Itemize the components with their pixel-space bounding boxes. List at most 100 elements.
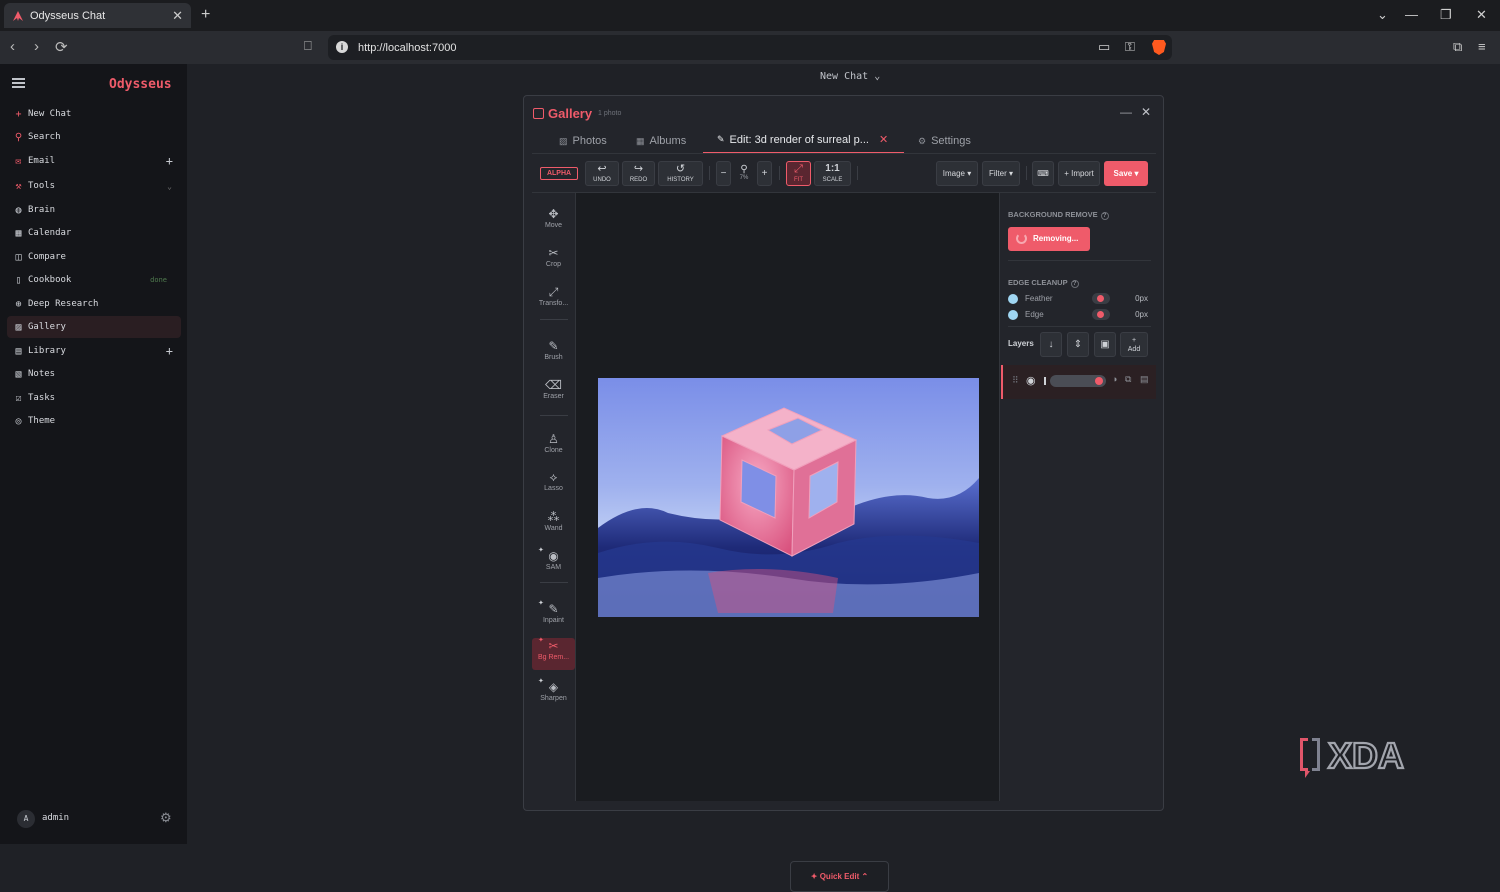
close-tab-icon[interactable]: ✕	[879, 133, 888, 146]
hamburger-menu-icon[interactable]	[12, 78, 25, 88]
maximize-icon[interactable]: ❐	[1440, 7, 1452, 23]
avatar[interactable]: A	[17, 810, 35, 828]
address-bar[interactable]: i http://localhost:7000 ▭ ⚿	[328, 35, 1172, 60]
tool-brush[interactable]: ✎ Brush	[532, 338, 575, 370]
close-window-icon[interactable]: ✕	[1141, 105, 1151, 119]
sidebar-item-notes[interactable]: ▧ Notes	[7, 363, 181, 385]
sidebar-item-tasks[interactable]: ☑ Tasks	[7, 387, 181, 409]
close-window-icon[interactable]: ✕	[1476, 7, 1487, 23]
research-icon: ⊕	[15, 298, 22, 310]
edge-slider[interactable]	[1092, 309, 1110, 320]
sidebar-item-search[interactable]: ⚲ Search	[7, 126, 181, 148]
status-badge: done	[150, 276, 167, 284]
tab-edit[interactable]: ✎ Edit: 3d render of surreal p... ✕	[703, 131, 904, 154]
duplicate-layer-icon[interactable]: ⧉	[1125, 374, 1131, 385]
keyboard-shortcuts-icon[interactable]: ⌨	[1032, 161, 1054, 186]
install-app-icon[interactable]: ▭	[1098, 39, 1110, 55]
tab-list-chevron-icon[interactable]: ⌄	[1377, 7, 1388, 23]
extensions-icon[interactable]: ⧉	[1453, 39, 1462, 55]
layer-item[interactable]: ⠿ ◉ ◑ ⧉ ▤	[1001, 365, 1156, 399]
layer-opacity-slider[interactable]	[1050, 375, 1106, 387]
browser-menu-icon[interactable]: ≡	[1478, 39, 1486, 54]
bookmark-icon[interactable]: ⎕	[304, 38, 312, 54]
password-key-icon[interactable]: ⚿	[1125, 39, 1135, 55]
tab-settings[interactable]: ⚙ Settings	[918, 131, 971, 151]
tool-crop[interactable]: ✂ Crop	[532, 245, 575, 277]
add-layer-button[interactable]: + Add	[1120, 332, 1148, 357]
browser-tab[interactable]: Odysseus Chat ✕	[4, 3, 191, 28]
tab-photos[interactable]: ▨ Photos	[559, 131, 607, 151]
tool-eraser[interactable]: ⌫ Eraser	[532, 377, 575, 409]
edited-image[interactable]	[598, 378, 979, 617]
bg-remove-title: BACKGROUND REMOVE	[1008, 210, 1098, 219]
scale-button[interactable]: 1:1 SCALE	[814, 161, 851, 186]
chat-title-dropdown[interactable]: New Chat ⌄	[820, 71, 880, 82]
add-email-icon[interactable]: +	[166, 154, 173, 168]
editor-canvas[interactable]: ✦ Quick Edit ⌃	[575, 193, 1000, 892]
visibility-eye-icon[interactable]: ◉	[1026, 374, 1036, 387]
flatten-layers-icon[interactable]: ▣	[1094, 332, 1116, 357]
tool-transform[interactable]: ⤢ Transfo...	[532, 284, 575, 316]
history-icon: ↺	[675, 163, 686, 175]
help-icon[interactable]: ?	[1070, 280, 1079, 288]
feather-slider[interactable]	[1092, 293, 1110, 304]
history-button[interactable]: ↺ HISTORY	[658, 161, 703, 186]
quick-edit-button[interactable]: ✦ Quick Edit ⌃	[790, 861, 889, 892]
feather-indicator-icon	[1008, 294, 1018, 304]
sidebar-item-new-chat[interactable]: + New Chat	[7, 103, 181, 125]
sidebar-item-label: Notes	[28, 369, 56, 379]
tool-clone[interactable]: ♙ Clone	[532, 431, 575, 463]
undo-button[interactable]: ↩ UNDO	[585, 161, 619, 186]
fit-button[interactable]: ⤢ FIT	[786, 161, 811, 186]
back-icon[interactable]: ‹	[10, 38, 15, 55]
sidebar-item-brain[interactable]: ◍ Brain	[7, 199, 181, 221]
removing-button[interactable]: Removing...	[1008, 227, 1090, 251]
sidebar-item-library[interactable]: ▤ Library +	[7, 340, 181, 362]
minimize-icon[interactable]: —	[1405, 7, 1418, 22]
settings-gear-icon[interactable]: ⚙	[160, 810, 172, 826]
image-menu-button[interactable]: Image ▾	[936, 161, 978, 186]
zoom-level[interactable]: ⚲ 7%	[736, 164, 752, 181]
tool-lasso[interactable]: ⟡ Lasso	[532, 469, 575, 501]
move-layer-down-icon[interactable]: ↓	[1040, 332, 1062, 357]
sidebar-item-email[interactable]: ✉ Email +	[7, 150, 181, 172]
tool-inpaint[interactable]: ✦ ✎ Inpaint	[532, 600, 575, 633]
sidebar-item-calendar[interactable]: ▦ Calendar	[7, 222, 181, 244]
filter-menu-button[interactable]: Filter ▾	[982, 161, 1020, 186]
sidebar-item-label: Cookbook	[28, 275, 72, 285]
minimize-window-icon[interactable]: —	[1120, 105, 1132, 119]
chevron-down-icon[interactable]: ⌄	[167, 182, 172, 191]
site-info-icon[interactable]: i	[336, 41, 348, 53]
forward-icon[interactable]: ›	[34, 38, 39, 55]
undo-icon: ↩	[597, 163, 607, 175]
feather-slider-row: Feather 0px	[1008, 293, 1148, 305]
tool-sam[interactable]: ✦ ◉ SAM	[532, 547, 575, 580]
tool-wand[interactable]: ⁂ Wand	[532, 509, 575, 541]
add-library-icon[interactable]: +	[166, 344, 173, 358]
tool-bg-remove[interactable]: ✦ ✂ Bg Rem...	[532, 637, 575, 670]
delete-layer-icon[interactable]: ▤	[1140, 374, 1149, 385]
sidebar-item-theme[interactable]: ◎ Theme	[7, 410, 181, 432]
tool-move[interactable]: ✥ Move	[532, 206, 575, 238]
new-tab-icon[interactable]: +	[201, 6, 210, 24]
help-icon[interactable]: ?	[1100, 212, 1109, 220]
zoom-out-button[interactable]: −	[716, 161, 731, 186]
redo-button[interactable]: ↪ REDO	[622, 161, 655, 186]
save-button[interactable]: Save ▾	[1104, 161, 1148, 186]
sidebar-item-tools[interactable]: ⚒ Tools ⌄	[7, 175, 181, 197]
tool-sharpen[interactable]: ✦ ◈ Sharpen	[532, 678, 575, 711]
merge-layers-icon[interactable]: ⇕	[1067, 332, 1089, 357]
sidebar-item-gallery[interactable]: ▨ Gallery	[7, 316, 181, 338]
sidebar-item-cookbook[interactable]: ▯ Cookbook done	[7, 269, 181, 291]
reload-icon[interactable]: ⟳	[55, 38, 68, 56]
zoom-in-button[interactable]: +	[757, 161, 772, 186]
sidebar-item-compare[interactable]: ◫ Compare	[7, 246, 181, 268]
tab-albums[interactable]: ▦ Albums	[636, 131, 686, 151]
sidebar-item-deep-research[interactable]: ⊕ Deep Research	[7, 293, 181, 315]
layer-mask-icon[interactable]: ◑	[1112, 374, 1117, 384]
sidebar-item-label: Email	[28, 156, 56, 166]
import-button[interactable]: + Import	[1058, 161, 1100, 186]
close-tab-icon[interactable]: ✕	[172, 8, 183, 24]
drag-handle-icon[interactable]: ⠿	[1012, 375, 1019, 386]
sidebar-item-label: Deep Research	[28, 299, 99, 309]
